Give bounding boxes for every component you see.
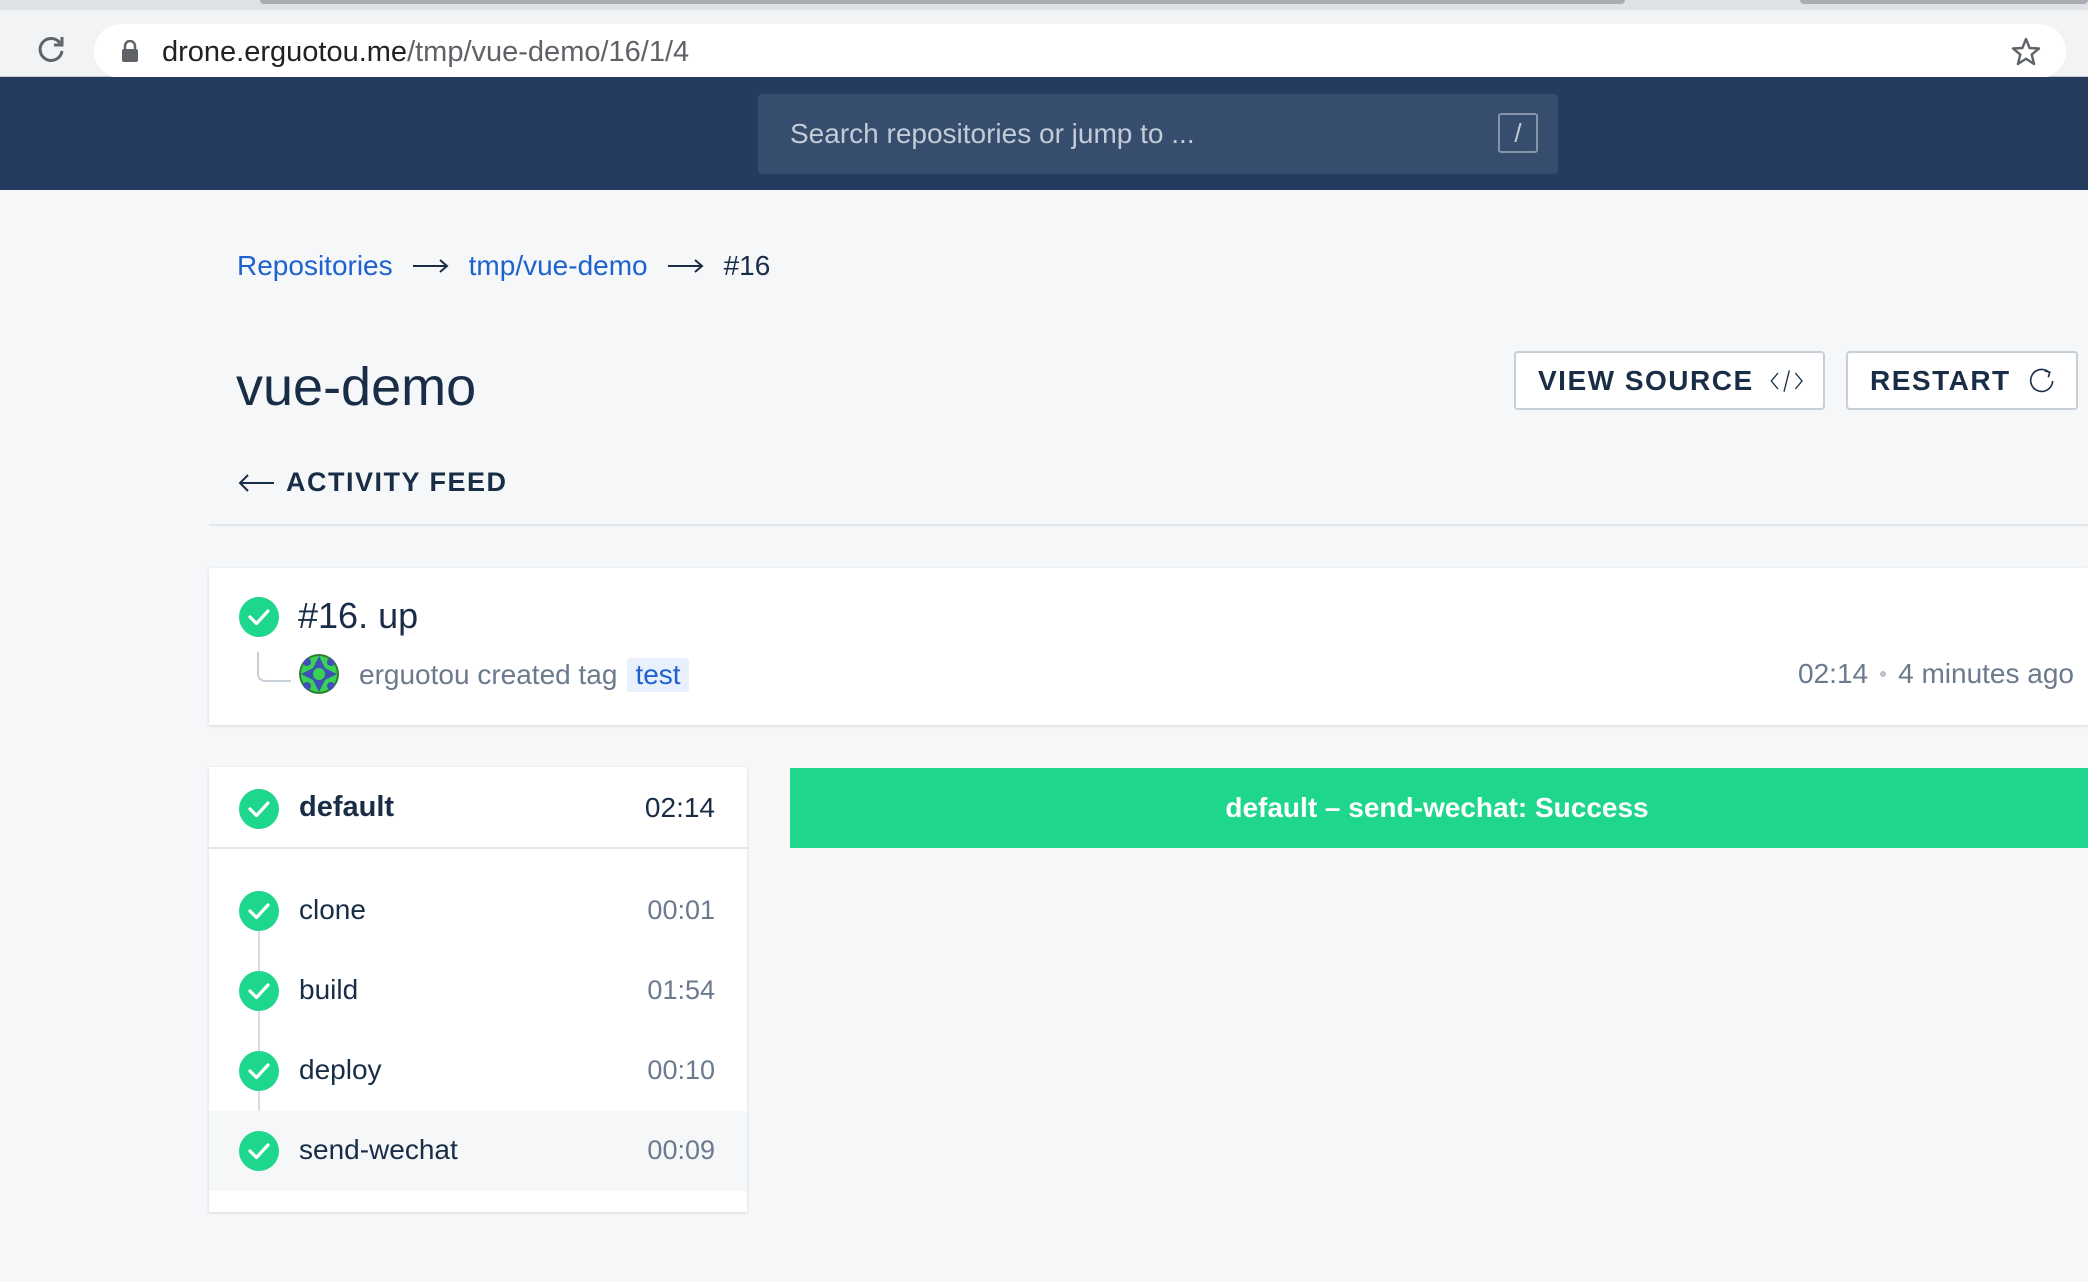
build-summary-card: #16. up erguotou created tag test 02:14 …: [209, 568, 2088, 725]
search-input[interactable]: Search repositories or jump to ... /: [758, 94, 1558, 174]
step-status-text: default – send-wechat: Success: [1225, 792, 1649, 823]
step-duration: 00:10: [647, 1055, 715, 1085]
code-icon: [1770, 369, 1803, 392]
stage-panel: default 02:14 clone 00:01 build 01:54 de…: [209, 767, 747, 1212]
build-title: #16. up: [298, 595, 419, 636]
view-source-button[interactable]: VIEW SOURCE: [1514, 351, 1825, 410]
browser-tab-secondary[interactable]: [1800, 0, 2088, 4]
build-author: erguotou: [359, 659, 470, 690]
step-duration: 01:54: [647, 975, 715, 1005]
stage-duration: 02:14: [644, 792, 715, 823]
step-name: build: [299, 974, 359, 1005]
success-check-icon: [239, 1131, 279, 1171]
stage-name: default: [299, 791, 395, 823]
success-check-icon: [239, 891, 279, 931]
success-check-icon: [239, 1051, 279, 1091]
avatar: [299, 654, 339, 694]
page-title: vue-demo: [236, 357, 477, 417]
browser-tab[interactable]: [260, 0, 1625, 4]
build-timing: 02:14 4 minutes ago: [1798, 658, 2074, 690]
restart-icon: [2029, 368, 2054, 392]
top-navbar: Search repositories or jump to ... /: [0, 77, 2088, 190]
breadcrumb-repo[interactable]: tmp/vue-demo: [469, 250, 648, 282]
step-status-banner: default – send-wechat: Success: [790, 768, 2088, 848]
build-duration: 02:14: [1798, 658, 1869, 689]
bookmark-star-icon[interactable]: [2010, 36, 2042, 68]
breadcrumb: Repositories tmp/vue-demo #16: [237, 250, 770, 282]
restart-button[interactable]: RESTART: [1846, 351, 2078, 410]
step-duration: 00:01: [647, 895, 715, 925]
step-name: deploy: [299, 1054, 382, 1085]
url-text[interactable]: drone.erguotou.me/tmp/vue-demo/16/1/4: [162, 37, 689, 67]
arrow-right-icon: [667, 259, 704, 273]
success-check-icon: [239, 597, 279, 637]
step-item-build[interactable]: build 01:54: [209, 951, 747, 1031]
build-tag[interactable]: test: [627, 658, 689, 692]
reload-icon[interactable]: [34, 32, 68, 66]
activity-feed-link[interactable]: ACTIVITY FEED: [238, 467, 508, 498]
step-item-deploy[interactable]: deploy 00:10: [209, 1031, 747, 1111]
activity-feed-label: ACTIVITY FEED: [286, 467, 508, 497]
address-toolbar: drone.erguotou.me/tmp/vue-demo/16/1/4: [0, 10, 2088, 78]
search-shortcut-key: /: [1498, 113, 1538, 153]
breadcrumb-current: #16: [723, 250, 771, 281]
step-item-clone[interactable]: clone 00:01: [209, 871, 747, 951]
url-host: drone.erguotou.me: [162, 36, 408, 68]
build-action: created tag: [477, 659, 618, 690]
arrow-right-icon: [412, 259, 449, 273]
stage-header[interactable]: default 02:14: [209, 767, 747, 849]
view-source-label: VIEW SOURCE: [1538, 364, 1754, 396]
arrow-left-icon: [238, 473, 274, 492]
url-path: /tmp/vue-demo/16/1/4: [407, 36, 690, 68]
step-duration: 00:09: [647, 1135, 715, 1165]
divider: [209, 524, 2088, 526]
success-check-icon: [239, 971, 279, 1011]
step-item-send-wechat[interactable]: send-wechat 00:09: [209, 1111, 747, 1191]
step-name: clone: [299, 894, 366, 925]
lock-icon[interactable]: [120, 39, 140, 62]
separator-dot: [1880, 671, 1887, 677]
tree-connector: [257, 652, 291, 682]
success-check-icon: [239, 789, 279, 829]
breadcrumb-repositories[interactable]: Repositories: [237, 250, 393, 282]
address-bar[interactable]: drone.erguotou.me/tmp/vue-demo/16/1/4: [94, 24, 2066, 78]
step-name: send-wechat: [299, 1134, 458, 1165]
build-commit-info: erguotou created tag test: [359, 658, 689, 692]
search-placeholder: Search repositories or jump to ...: [790, 118, 1195, 149]
build-relative-time: 4 minutes ago: [1898, 658, 2074, 689]
restart-label: RESTART: [1870, 364, 2011, 396]
browser-chrome: drone.erguotou.me/tmp/vue-demo/16/1/4: [0, 0, 2088, 78]
